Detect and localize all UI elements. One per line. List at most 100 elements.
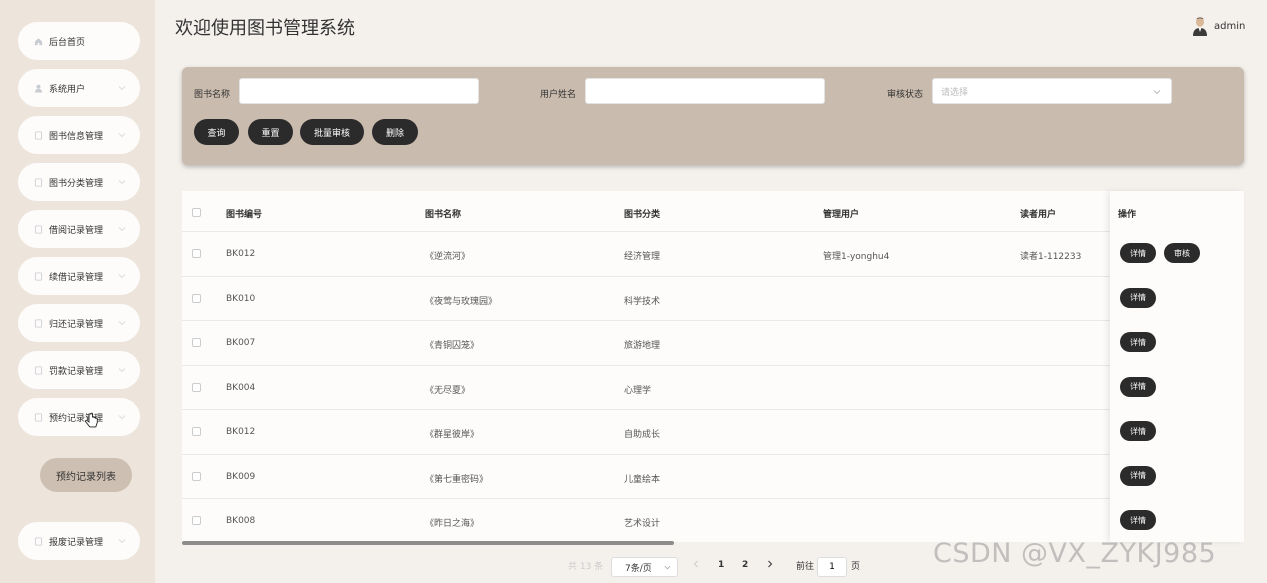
header-code: 图书编号 xyxy=(226,210,263,220)
cell-manager: 管理1-yonghu4 xyxy=(823,252,890,262)
detail-button[interactable]: 详情 xyxy=(1120,510,1156,530)
next-page-icon[interactable] xyxy=(766,560,774,568)
cell-category: 经济管理 xyxy=(624,252,661,262)
ops-column: 操作 详情 审核 详情 详情 详情 详情 详情 详情 xyxy=(1110,191,1244,542)
document-icon xyxy=(33,412,43,422)
table-row: BK007 《青铜囚笼》 旅游地理 xyxy=(182,320,1110,364)
cell-code: BK007 xyxy=(226,338,256,348)
user-menu[interactable]: admin xyxy=(1192,16,1245,36)
user-name-input[interactable] xyxy=(585,78,825,104)
header-name: 图书名称 xyxy=(425,210,462,220)
document-icon xyxy=(33,318,43,328)
detail-button[interactable]: 详情 xyxy=(1120,421,1156,441)
sidebar-item-label: 续借记录管理 xyxy=(49,272,104,283)
chevron-down-icon xyxy=(118,86,126,91)
status-select[interactable]: 请选择 xyxy=(932,78,1172,104)
page-size-select[interactable]: 7条/页 xyxy=(611,557,678,577)
header-category: 图书分类 xyxy=(624,210,661,220)
page-number-2[interactable]: 2 xyxy=(742,560,748,570)
review-button[interactable]: 审核 xyxy=(1164,243,1200,263)
status-label: 审核状态 xyxy=(887,90,924,100)
row-checkbox[interactable] xyxy=(192,516,201,525)
status-placeholder: 请选择 xyxy=(941,87,969,98)
page-title: 欢迎使用图书管理系统 xyxy=(175,18,355,39)
cell-name: 《青铜囚笼》 xyxy=(425,341,480,351)
submenu-item-reservation-list[interactable]: 预约记录列表 xyxy=(40,458,132,492)
sidebar-item-5[interactable]: 续借记录管理 xyxy=(18,257,140,295)
sidebar-item-8[interactable]: 预约记录管理 xyxy=(18,398,140,436)
chevron-down-icon xyxy=(118,415,126,420)
chevron-down-icon xyxy=(118,539,126,544)
row-checkbox[interactable] xyxy=(192,293,201,303)
horizontal-scrollbar[interactable] xyxy=(182,541,674,545)
home-icon xyxy=(33,36,43,46)
cell-name: 《昨日之海》 xyxy=(425,519,480,529)
data-table: 图书编号 图书名称 图书分类 管理用户 读者用户 BK012 《逆流河》 经济管理 管… xyxy=(182,191,1244,542)
pagination-total: 共 13 条 xyxy=(568,562,604,572)
batch-review-button[interactable]: 批量审核 xyxy=(300,119,364,145)
cell-name: 《夜莺与玫瑰园》 xyxy=(425,296,498,307)
sidebar: 后台首页系统用户图书信息管理图书分类管理借阅记录管理 续借记录管理 归还记录管理 罚款… xyxy=(0,0,155,583)
delete-button[interactable]: 删除 xyxy=(372,119,418,145)
book-name-input[interactable] xyxy=(239,78,479,104)
sidebar-item-3[interactable]: 图书分类管理 xyxy=(18,163,140,201)
cell-code: BK012 xyxy=(226,427,256,437)
page-number-1[interactable]: 1 xyxy=(718,560,724,570)
prev-page-icon[interactable] xyxy=(692,560,700,568)
cell-name: 《第七重密码》 xyxy=(425,474,489,485)
book-name-label: 图书名称 xyxy=(194,90,231,100)
user-icon xyxy=(33,83,43,93)
hand-cursor-icon xyxy=(85,412,98,428)
detail-button[interactable]: 详情 xyxy=(1120,243,1156,263)
page-size-value: 7条/页 xyxy=(625,563,652,574)
cell-category: 旅游地理 xyxy=(624,341,661,351)
table-row: BK010 《夜莺与玫瑰园》 科学技术 xyxy=(182,275,1110,320)
reset-button[interactable]: 重置 xyxy=(248,119,293,145)
detail-button[interactable]: 详情 xyxy=(1120,332,1156,352)
user-name-label: 用户姓名 xyxy=(540,90,577,100)
query-button[interactable]: 查询 xyxy=(194,119,239,145)
cell-category: 儿童绘本 xyxy=(624,474,661,485)
user-name: admin xyxy=(1214,20,1246,32)
sidebar-item-6[interactable]: 归还记录管理 xyxy=(18,304,140,342)
watermark: CSDN @VX_ZYKJ985 xyxy=(933,538,1217,569)
cell-code: BK004 xyxy=(226,382,256,393)
goto-label: 前往 xyxy=(796,562,815,572)
sidebar-item-label: 借阅记录管理 xyxy=(49,225,104,236)
document-icon xyxy=(33,271,43,281)
select-all-checkbox[interactable] xyxy=(192,208,201,217)
cell-category: 科学技术 xyxy=(624,296,661,307)
row-checkbox[interactable] xyxy=(192,249,201,258)
row-checkbox[interactable] xyxy=(192,338,201,347)
sidebar-item-7[interactable]: 罚款记录管理 xyxy=(18,351,140,389)
cell-category: 自助成长 xyxy=(624,430,661,440)
chevron-down-icon xyxy=(118,133,126,138)
page-unit-label: 页 xyxy=(851,562,861,572)
detail-button[interactable]: 详情 xyxy=(1120,465,1156,486)
detail-button[interactable]: 详情 xyxy=(1120,287,1156,308)
goto-page-input[interactable] xyxy=(817,557,847,577)
row-checkbox[interactable] xyxy=(192,382,201,392)
cell-category: 艺术设计 xyxy=(624,519,661,529)
cell-code: BK008 xyxy=(226,516,256,526)
row-checkbox[interactable] xyxy=(192,471,201,481)
row-checkbox[interactable] xyxy=(192,427,201,436)
sidebar-item-2[interactable]: 图书信息管理 xyxy=(18,116,140,154)
sidebar-item-4[interactable]: 借阅记录管理 xyxy=(18,210,140,248)
sidebar-item-9[interactable]: 报废记录管理 xyxy=(18,522,140,560)
document-icon xyxy=(33,536,43,546)
header-ops: 操作 xyxy=(1118,210,1137,220)
sidebar-item-1[interactable]: 系统用户 xyxy=(18,69,140,107)
sidebar-item-label: 图书信息管理 xyxy=(49,131,104,142)
cell-name: 《群星彼岸》 xyxy=(425,430,480,440)
table-row: BK012 《逆流河》 经济管理 管理1-yonghu4 读者1-112233 xyxy=(182,231,1110,275)
header-reader: 读者用户 xyxy=(1020,210,1057,220)
sidebar-item-label: 归还记录管理 xyxy=(49,319,104,330)
sidebar-item-0[interactable]: 后台首页 xyxy=(18,22,140,60)
sidebar-item-label: 罚款记录管理 xyxy=(49,366,104,377)
cell-category: 心理学 xyxy=(624,385,652,396)
detail-button[interactable]: 详情 xyxy=(1120,376,1156,397)
document-icon xyxy=(33,177,43,187)
chevron-down-icon xyxy=(118,274,126,279)
cell-code: BK009 xyxy=(226,471,256,482)
